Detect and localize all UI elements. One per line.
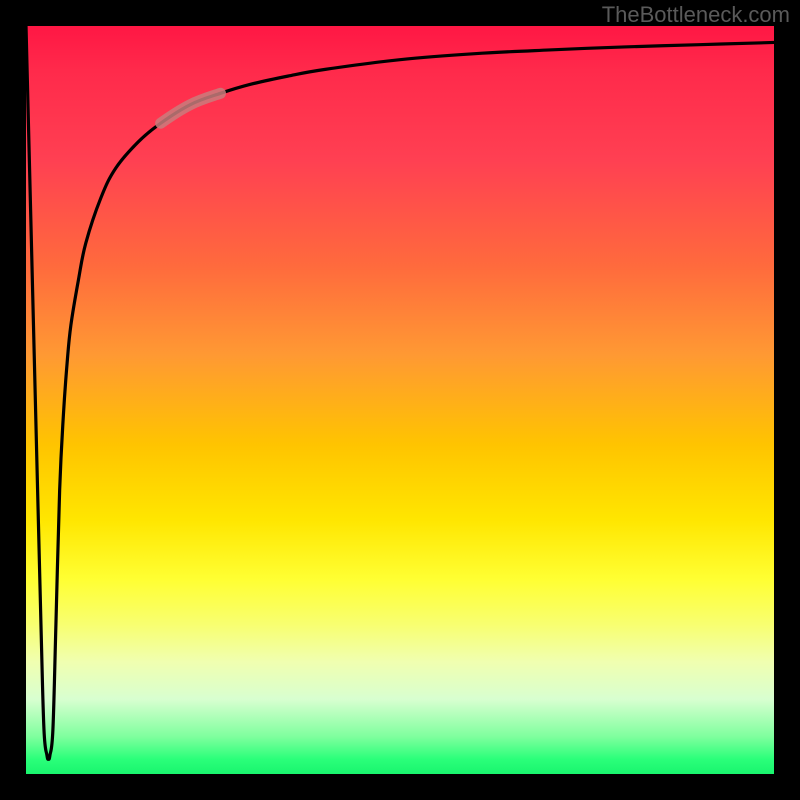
attribution-label: TheBottleneck.com — [602, 2, 790, 28]
bottleneck-curve — [26, 26, 774, 759]
chart-curve-layer — [26, 26, 774, 774]
chart-frame: TheBottleneck.com — [0, 0, 800, 800]
curve-highlight-segment — [161, 93, 221, 123]
